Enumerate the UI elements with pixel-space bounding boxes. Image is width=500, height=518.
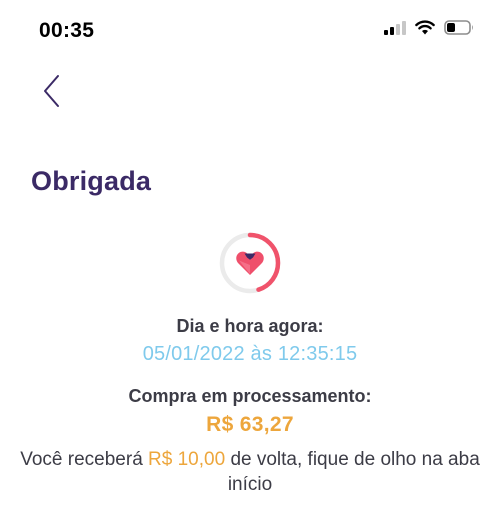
progress-ring <box>218 231 282 295</box>
cashback-suffix: de volta, fique de olho na aba início <box>225 449 480 495</box>
battery-icon <box>444 20 473 35</box>
purchase-amount: R$ 63,27 <box>206 413 294 436</box>
wifi-icon <box>415 20 435 35</box>
page-title: Obrigada <box>31 166 152 196</box>
purchase-status-label: Compra em processamento: <box>128 386 372 406</box>
status-bar: 00:35 <box>0 0 500 60</box>
heart-gem-icon <box>236 251 264 275</box>
cashback-value: R$ 10,00 <box>148 449 226 470</box>
chevron-left-icon <box>44 75 59 107</box>
status-icons <box>384 20 474 35</box>
status-time: 00:35 <box>39 19 95 42</box>
current-datetime: 05/01/2022 às 12:35:15 <box>142 343 358 365</box>
cashback-message: Você receberá R$ 10,00 de volta, fique d… <box>20 447 480 497</box>
back-button[interactable] <box>36 70 68 114</box>
now-label: Dia e hora agora: <box>176 316 324 336</box>
signal-icon <box>384 20 406 35</box>
cashback-prefix: Você receberá <box>20 449 149 470</box>
